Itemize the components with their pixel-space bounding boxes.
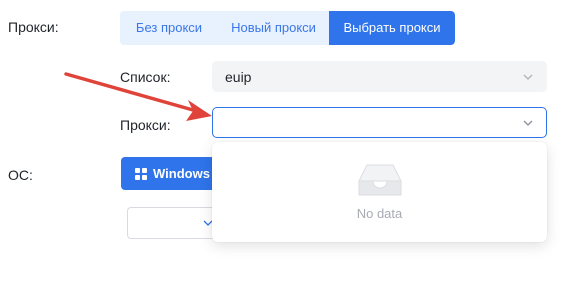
chevron-down-icon [523,74,533,80]
windows-button[interactable]: Windows [121,157,212,190]
os-version-select[interactable] [127,207,217,239]
list-select[interactable]: euip [212,61,547,92]
proxy-dropdown-panel: No data [212,142,547,242]
proxy-select[interactable] [212,107,547,138]
proxy-label: Прокси: [8,19,59,35]
list-label: Список: [120,69,171,85]
empty-box-icon [358,164,402,196]
tab-no-proxy[interactable]: Без прокси [120,11,218,45]
chevron-down-icon [523,120,533,126]
proxy-select-label: Прокси: [120,117,171,133]
tab-select-proxy[interactable]: Выбрать прокси [329,11,455,45]
list-select-value: euip [225,68,252,85]
empty-state-text: No data [356,206,403,221]
os-label: ОС: [8,167,33,183]
proxy-mode-segmented: Без прокси Новый прокси Выбрать прокси [120,11,455,45]
tab-new-proxy[interactable]: Новый прокси [218,11,329,45]
windows-icon [135,167,147,180]
windows-button-label: Windows [153,166,210,181]
